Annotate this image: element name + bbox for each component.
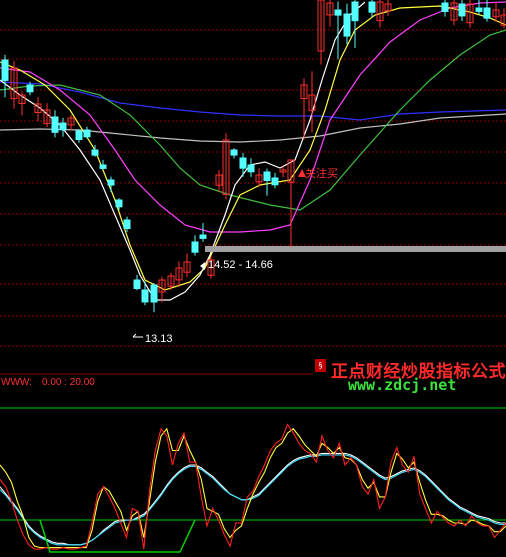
ma_magenta-line [0, 1, 506, 233]
watermark: § 正点财经炒股指标公式 www.zdcj.net [313, 355, 506, 395]
candle-body [441, 2, 449, 12]
candle-body [239, 157, 247, 169]
buy-signal-label: 关注买 [305, 166, 338, 180]
candle-body [351, 1, 359, 22]
candle-body [141, 289, 149, 303]
price-labels: 13.13 14.52 - 14.66 关注买 [145, 166, 338, 345]
candlesticks [1, 0, 506, 338]
candle-body [368, 1, 376, 13]
moving-average-lines [0, 1, 506, 301]
candle-body [133, 279, 141, 289]
candle-body [475, 7, 483, 12]
candle-body [199, 234, 207, 239]
support-band [205, 246, 506, 252]
candle-body [26, 84, 34, 93]
candle-body [91, 149, 99, 156]
oscillator-slow-white [0, 452, 506, 546]
candle-body [51, 116, 59, 133]
ma_blue-line [0, 81, 506, 121]
candle-body [123, 219, 131, 229]
candle-body [107, 179, 115, 186]
price-band [205, 246, 506, 252]
ma_white-line [0, 1, 366, 301]
candle-body [247, 164, 255, 173]
candle-body [1, 59, 9, 81]
candle-body [75, 130, 83, 140]
candle-body [115, 199, 123, 208]
candle-body [483, 7, 491, 19]
oscillator-k-red [0, 423, 506, 550]
candle-body [191, 241, 199, 253]
watermark-url: www.zdcj.net [348, 376, 457, 394]
band-price-label: 14.52 - 14.66 [208, 259, 273, 271]
candle-body [83, 129, 91, 138]
candle-body [334, 9, 342, 16]
price-grid [0, 29, 506, 375]
stock-chart: 13.13 14.52 - 14.66 关注买 WWW: 0.00 : 20.0… [0, 0, 506, 553]
candle-body [458, 3, 466, 17]
candle-body [150, 284, 158, 303]
oscillator-panel: WWW: 0.00 : 20.00 [0, 377, 506, 553]
indicator-name: WWW: [1, 377, 32, 388]
watermark-logo-icon: § [315, 359, 326, 372]
candle-body [263, 171, 271, 181]
candle-body [59, 122, 67, 131]
oscillator-slow-cyan [0, 454, 506, 546]
oscillator-d-yellow [0, 427, 506, 549]
candle-body [230, 149, 238, 156]
candle-body [343, 13, 351, 37]
low-price-label: 13.13 [145, 333, 173, 345]
indicator-values: 0.00 : 20.00 [42, 377, 95, 388]
candle-body [99, 164, 107, 169]
candle-body [271, 177, 279, 186]
